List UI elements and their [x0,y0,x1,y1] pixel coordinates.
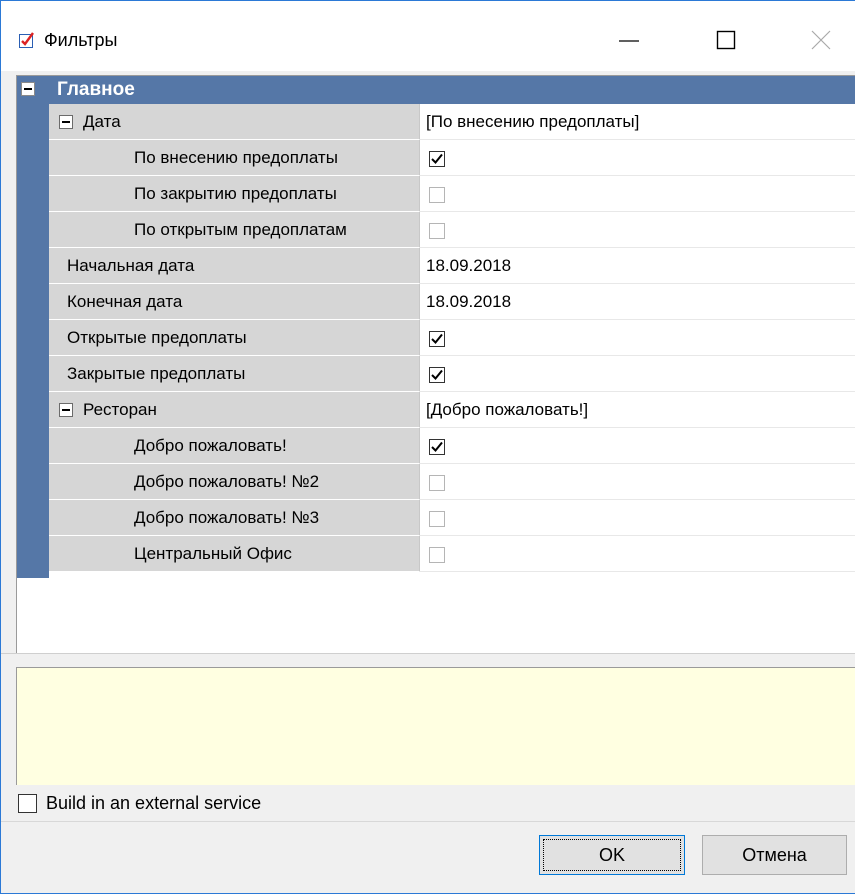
row-checkbox[interactable] [429,223,445,239]
property-grid[interactable]: Главное Дата [По внесению предоплаты] По… [16,75,855,653]
row-value[interactable]: 18.09.2018 [426,256,511,276]
row-checkbox[interactable] [429,367,445,383]
row-label: Ресторан [83,400,157,419]
ok-button[interactable]: OK [539,835,685,875]
collapse-icon[interactable] [21,82,35,96]
minimize-button[interactable] [599,15,659,65]
row-by-open-prepayments[interactable]: По открытым предоплатам [49,212,855,248]
row-restaurant-1[interactable]: Добро пожаловать! [49,428,855,464]
row-label: Дата [83,112,121,131]
external-service-checkbox[interactable] [18,794,37,813]
checkmark-icon [431,333,443,344]
row-closed-prepayments[interactable]: Закрытые предоплаты [49,356,855,392]
row-checkbox[interactable] [429,151,445,167]
row-label: Закрытые предоплаты [67,364,246,383]
row-checkbox[interactable] [429,439,445,455]
row-label: По внесению предоплаты [134,148,338,167]
row-checkbox[interactable] [429,547,445,563]
row-value[interactable]: [Добро пожаловать!] [426,400,588,420]
external-service-option[interactable]: Build in an external service [1,787,855,821]
row-restaurant[interactable]: Ресторан [Добро пожаловать!] [49,392,855,428]
checkmark-icon [431,153,443,164]
row-open-prepayments[interactable]: Открытые предоплаты [49,320,855,356]
checkbox-app-icon [19,32,34,48]
row-checkbox[interactable] [429,475,445,491]
row-checkbox[interactable] [429,331,445,347]
row-by-prepayment-entry[interactable]: По внесению предоплаты [49,140,855,176]
row-label: Добро пожаловать! [134,436,287,455]
collapse-icon[interactable] [59,403,73,417]
close-icon [811,30,831,50]
maximize-button[interactable] [696,15,756,65]
collapse-icon[interactable] [59,115,73,129]
row-restaurant-3[interactable]: Добро пожаловать! №3 [49,500,855,536]
category-label: Главное [57,79,135,100]
category-main[interactable]: Главное [17,76,855,104]
row-central-office[interactable]: Центральный Офис [49,536,855,572]
panel-splitter[interactable] [1,653,855,667]
row-by-prepayment-close[interactable]: По закрытию предоплаты [49,176,855,212]
row-label: Добро пожаловать! №3 [134,508,320,527]
row-label: Начальная дата [67,256,195,275]
row-value[interactable]: 18.09.2018 [426,292,511,312]
row-label: Добро пожаловать! №2 [134,472,320,491]
cancel-button[interactable]: Отмена [702,835,847,875]
row-label: По закрытию предоплаты [134,184,337,203]
row-label: Конечная дата [67,292,183,311]
row-checkbox[interactable] [429,187,445,203]
row-date[interactable]: Дата [По внесению предоплаты] [49,104,855,140]
row-label: Открытые предоплаты [67,328,247,347]
row-checkbox[interactable] [429,511,445,527]
row-restaurant-2[interactable]: Добро пожаловать! №2 [49,464,855,500]
checkmark-icon [431,369,443,380]
row-end-date[interactable]: Конечная дата 18.09.2018 [49,284,855,320]
divider [1,821,855,822]
row-label: По открытым предоплатам [134,220,347,239]
close-button[interactable] [791,15,851,65]
window-title: Фильтры [44,30,118,50]
title-bar[interactable]: Фильтры [1,1,855,71]
row-value[interactable]: [По внесению предоплаты] [426,112,639,132]
row-label: Центральный Офис [134,544,292,563]
filters-window: Фильтры Главное Дата [По внесению предоп… [0,0,855,894]
grid-gutter [17,76,49,578]
checkmark-icon [431,441,443,452]
minimize-icon [619,40,639,42]
description-panel [16,667,855,785]
external-service-label[interactable]: Build in an external service [46,793,261,814]
row-start-date[interactable]: Начальная дата 18.09.2018 [49,248,855,284]
maximize-icon [716,30,736,50]
